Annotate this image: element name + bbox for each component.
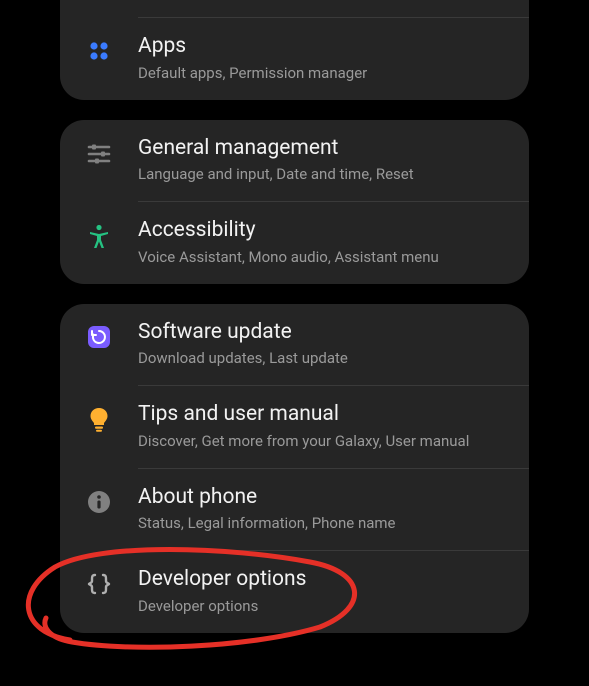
refresh-icon [60, 319, 138, 349]
accessibility-subtitle: Voice Assistant, Mono audio, Assistant m… [138, 247, 511, 267]
apps-title: Apps [138, 33, 511, 59]
settings-item-developer-options[interactable]: Developer options Developer options [60, 551, 529, 633]
software-subtitle: Download updates, Last update [138, 348, 511, 368]
settings-group-device: Battery, Storage, Memory, Security Apps … [60, 0, 529, 100]
settings-group-general: General management Language and input, D… [60, 120, 529, 284]
lightbulb-icon [60, 401, 138, 433]
settings-group-about: Software update Download updates, Last u… [60, 304, 529, 633]
developer-title: Developer options [138, 566, 511, 592]
settings-item-apps[interactable]: Apps Default apps, Permission manager [60, 18, 529, 100]
about-subtitle: Status, Legal information, Phone name [138, 513, 511, 533]
braces-icon [60, 566, 138, 596]
settings-item-tips[interactable]: Tips and user manual Discover, Get more … [60, 386, 529, 468]
accessibility-icon [60, 217, 138, 249]
about-title: About phone [138, 484, 511, 510]
developer-subtitle: Developer options [138, 596, 511, 616]
apps-icon [60, 33, 138, 63]
software-title: Software update [138, 319, 511, 345]
settings-item-software-update[interactable]: Software update Download updates, Last u… [60, 304, 529, 386]
tips-subtitle: Discover, Get more from your Galaxy, Use… [138, 431, 511, 451]
device-care-subtitle: Battery, Storage, Memory, Security [138, 0, 511, 2]
settings-item-accessibility[interactable]: Accessibility Voice Assistant, Mono audi… [60, 202, 529, 284]
settings-item-device-care[interactable]: Battery, Storage, Memory, Security [60, 0, 529, 17]
settings-item-about-phone[interactable]: About phone Status, Legal information, P… [60, 469, 529, 551]
general-title: General management [138, 135, 511, 161]
tips-title: Tips and user manual [138, 401, 511, 427]
apps-subtitle: Default apps, Permission manager [138, 63, 511, 83]
sliders-icon [60, 135, 138, 167]
settings-item-general-management[interactable]: General management Language and input, D… [60, 120, 529, 202]
accessibility-title: Accessibility [138, 217, 511, 243]
info-icon [60, 484, 138, 514]
general-subtitle: Language and input, Date and time, Reset [138, 164, 511, 184]
